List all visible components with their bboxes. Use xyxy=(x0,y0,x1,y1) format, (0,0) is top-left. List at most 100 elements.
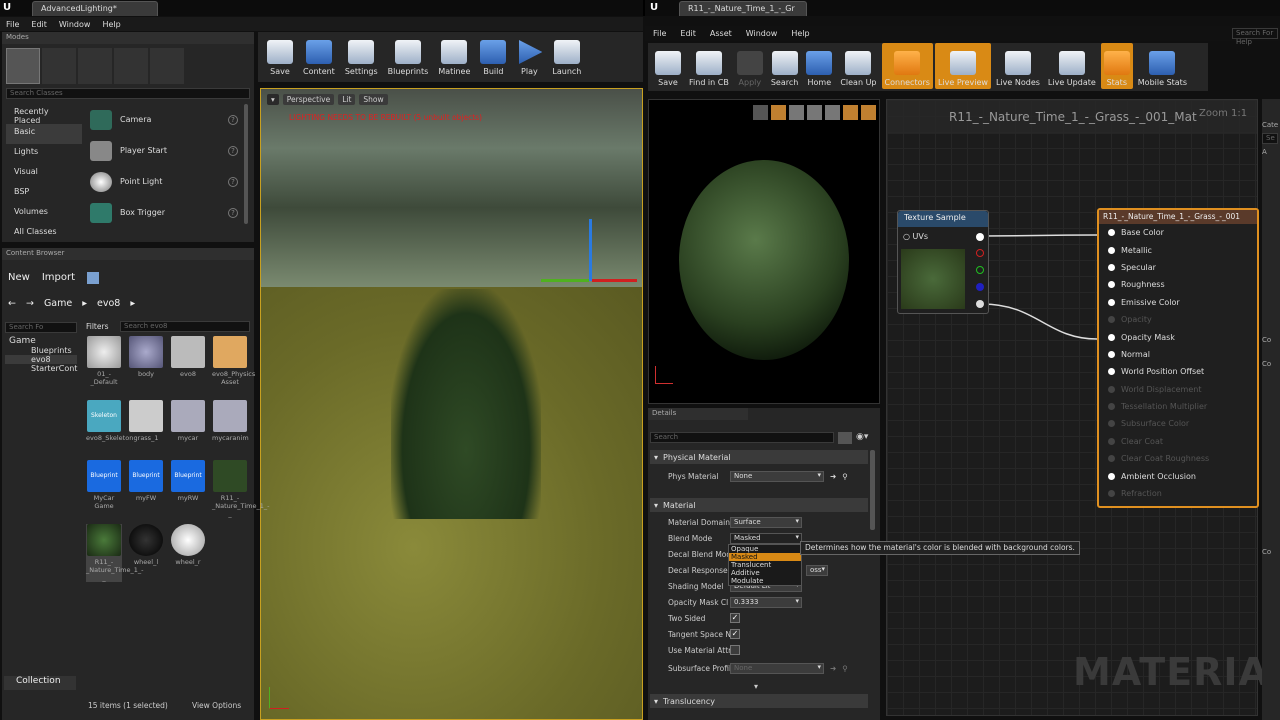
material-result-node[interactable]: R11_-_Nature_Time_1_-_Grass_-_001 Base C… xyxy=(1097,208,1259,508)
material-pin[interactable]: World Displacement xyxy=(1099,381,1257,398)
physical-material-section[interactable]: ▾ Physical Material xyxy=(650,450,868,464)
list-item-player-start[interactable]: Player Start? xyxy=(82,135,246,166)
blueprints-button[interactable]: Blueprints xyxy=(385,32,432,78)
list-item-box-trigger[interactable]: Box Trigger? xyxy=(82,197,246,228)
settings-button[interactable]: Settings xyxy=(342,32,381,78)
grid-view-icon[interactable] xyxy=(838,432,852,444)
pin-dot-icon[interactable] xyxy=(1108,437,1115,445)
save-button[interactable]: Save xyxy=(652,43,684,89)
material-domain-dropdown[interactable]: Surface xyxy=(730,516,802,528)
pin-dot-icon[interactable] xyxy=(1108,246,1115,254)
help-icon[interactable]: ? xyxy=(228,114,238,125)
option-opaque[interactable]: Opaque xyxy=(729,545,801,553)
live-preview-button[interactable]: Live Preview xyxy=(934,43,991,89)
arrow-left-icon[interactable]: ➜ xyxy=(830,472,836,481)
asset-tile[interactable]: R11_-_Nature_Time_1_-_ xyxy=(212,460,269,518)
sphere-icon[interactable] xyxy=(771,105,786,120)
cat-visual[interactable]: Visual xyxy=(6,164,82,184)
tab-material[interactable]: R11_-_Nature_Time_1_-_Gr xyxy=(679,1,807,16)
material-pin[interactable]: Emissive Color xyxy=(1099,294,1257,311)
paint-mode-icon[interactable] xyxy=(42,48,76,84)
play-button[interactable]: Play xyxy=(513,32,545,78)
cat-recently-placed[interactable]: Recently Placed xyxy=(6,104,82,125)
cube-icon[interactable] xyxy=(807,105,822,120)
gizmo-z-axis[interactable] xyxy=(589,219,592,281)
tab-level[interactable]: AdvancedLighting* xyxy=(32,1,158,16)
live-nodes-button[interactable]: Live Nodes xyxy=(993,43,1043,89)
plane-icon[interactable] xyxy=(789,105,804,120)
folder-game[interactable]: Game xyxy=(5,336,77,346)
material-pin[interactable]: Roughness xyxy=(1099,276,1257,293)
search-button[interactable]: Search xyxy=(768,43,801,89)
menu-edit[interactable]: Edit xyxy=(31,20,47,29)
grass-mesh[interactable] xyxy=(391,289,541,519)
material-graph[interactable]: R11_-_Nature_Time_1_-_Grass_-_001_Mat Zo… xyxy=(886,99,1280,716)
folder-search-input[interactable]: Search Fo xyxy=(5,322,77,333)
asset-tile[interactable]: body xyxy=(128,336,164,378)
help-search-input[interactable]: Search For Help xyxy=(1232,28,1278,46)
details-scrollbar[interactable] xyxy=(870,450,875,530)
phys-material-dropdown[interactable]: None xyxy=(730,470,824,482)
help-icon[interactable]: ? xyxy=(228,207,238,218)
details-search-input[interactable]: Search xyxy=(650,432,834,443)
folder-evo8[interactable]: evo8 xyxy=(5,355,77,364)
menu-edit[interactable]: Edit xyxy=(680,29,696,38)
opacity-mask-clip-input[interactable]: 0.3333 xyxy=(730,596,802,608)
pin-dot-icon[interactable] xyxy=(1108,350,1115,358)
mobile-stats-button[interactable]: Mobile Stats xyxy=(1135,43,1190,89)
pin-dot-icon[interactable] xyxy=(1108,385,1115,393)
level-viewport[interactable]: ▾ Perspective Lit Show LIGHTING NEEDS TO… xyxy=(260,88,643,720)
texture-sample-node[interactable]: Texture Sample ○ UVs xyxy=(897,210,989,314)
view-options-button[interactable]: View Options xyxy=(192,701,241,710)
save-button[interactable]: Save xyxy=(264,32,296,78)
material-pin[interactable]: Metallic xyxy=(1099,241,1257,258)
pin-dot-icon[interactable] xyxy=(1108,490,1115,498)
asset-tile[interactable]: Blueprint myRW xyxy=(170,460,206,502)
asset-tile[interactable]: Blueprint myFW xyxy=(128,460,164,502)
material-pin[interactable]: Clear Coat Roughness xyxy=(1099,450,1257,467)
translucency-section[interactable]: ▾ Translucency xyxy=(650,694,868,708)
content-browser-tab[interactable]: Content Browser xyxy=(2,248,254,260)
viewport-menu-button[interactable]: ▾ xyxy=(267,94,279,105)
option-translucent[interactable]: Translucent xyxy=(729,561,801,569)
menu-asset[interactable]: Asset xyxy=(710,29,732,38)
pin-dot-icon[interactable] xyxy=(1108,229,1115,237)
arrow-left-icon[interactable]: ➜ xyxy=(830,664,836,673)
foliage-mode-icon[interactable] xyxy=(114,48,148,84)
show-button[interactable]: Show xyxy=(359,94,388,105)
find-in-cb-button[interactable]: Find in CB xyxy=(686,43,732,89)
live-update-button[interactable]: Live Update xyxy=(1045,43,1099,89)
g-output-pin[interactable] xyxy=(976,266,984,274)
build-button[interactable]: Build xyxy=(477,32,509,78)
blend-mode-dropdown[interactable]: Masked xyxy=(730,532,802,544)
cat-all-classes[interactable]: All Classes xyxy=(6,224,82,244)
grid-icon[interactable] xyxy=(843,105,858,120)
filters-button[interactable]: Filters xyxy=(86,322,108,331)
material-pin[interactable]: Normal xyxy=(1099,346,1257,363)
help-icon[interactable]: ? xyxy=(228,176,238,187)
material-pin[interactable]: Opacity Mask xyxy=(1099,328,1257,345)
pin-dot-icon[interactable] xyxy=(1108,420,1115,428)
breadcrumb-game[interactable]: Game xyxy=(44,298,72,309)
pin-dot-icon[interactable] xyxy=(1108,333,1115,341)
eye-icon[interactable]: ◉▾ xyxy=(856,432,868,442)
list-item-point-light[interactable]: Point Light? xyxy=(82,166,246,197)
apply-button[interactable]: Apply xyxy=(734,43,766,89)
import-button[interactable]: Import xyxy=(42,272,75,284)
asset-tile[interactable]: wheel_l xyxy=(128,524,164,566)
collections-header[interactable]: Collection xyxy=(4,676,76,690)
lit-button[interactable]: Lit xyxy=(338,94,356,105)
menu-help[interactable]: Help xyxy=(791,29,809,38)
cat-bsp[interactable]: BSP xyxy=(6,184,82,204)
material-pin[interactable]: Ambient Occlusion xyxy=(1099,467,1257,484)
back-icon[interactable]: ← xyxy=(8,298,16,309)
subsurface-profile-dropdown[interactable]: None xyxy=(730,662,824,674)
launch-button[interactable]: Launch xyxy=(549,32,584,78)
menu-file[interactable]: File xyxy=(653,29,666,38)
details-tab[interactable]: Details xyxy=(648,408,748,420)
menu-file[interactable]: File xyxy=(6,20,19,29)
decal-response-dropdown[interactable]: oss xyxy=(806,564,828,576)
cylinder-icon[interactable] xyxy=(753,105,768,120)
option-additive[interactable]: Additive xyxy=(729,569,801,577)
pin-dot-icon[interactable] xyxy=(1108,298,1115,306)
